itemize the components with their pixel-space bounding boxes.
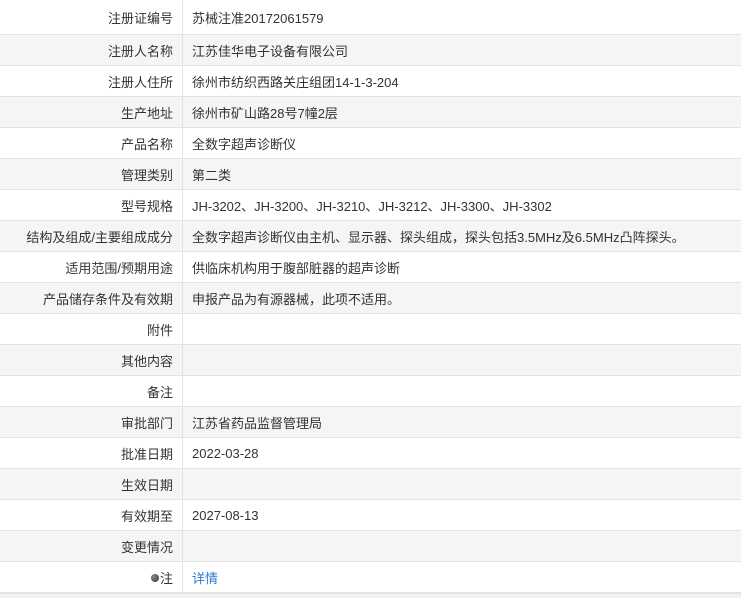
model-spec-value: JH-3202、JH-3200、JH-3210、JH-3212、JH-3300、… <box>182 189 741 221</box>
product-name-label: 产品名称 <box>0 127 183 159</box>
note-icon <box>150 574 159 583</box>
valid-until-value: 2027-08-13 <box>182 499 741 531</box>
row-note: 注 详情 <box>0 561 741 593</box>
details-link[interactable]: 详情 <box>192 571 218 586</box>
change-history-label: 变更情况 <box>0 530 183 562</box>
attachments-value <box>182 313 741 345</box>
intended-use-label: 适用范围/预期用途 <box>0 251 183 283</box>
change-history-value <box>182 530 741 562</box>
row-intended-use: 适用范围/预期用途 供临床机构用于腹部脏器的超声诊断 <box>0 251 741 283</box>
storage-validity-label: 产品储存条件及有效期 <box>0 282 183 314</box>
structure-composition-label: 结构及组成/主要组成成分 <box>0 220 183 252</box>
row-effective-date: 生效日期 <box>0 468 741 500</box>
row-production-address: 生产地址 徐州市矿山路28号7幢2层 <box>0 96 741 128</box>
registrant-name-value: 江苏佳华电子设备有限公司 <box>182 34 741 66</box>
row-structure-composition: 结构及组成/主要组成成分 全数字超声诊断仪由主机、显示器、探头组成，探头包括3.… <box>0 220 741 252</box>
valid-until-label: 有效期至 <box>0 499 183 531</box>
other-content-label: 其他内容 <box>0 344 183 376</box>
remarks-label: 备注 <box>0 375 183 407</box>
intended-use-value: 供临床机构用于腹部脏器的超声诊断 <box>182 251 741 283</box>
row-model-spec: 型号规格 JH-3202、JH-3200、JH-3210、JH-3212、JH-… <box>0 189 741 221</box>
production-address-label: 生产地址 <box>0 96 183 128</box>
row-management-class: 管理类别 第二类 <box>0 158 741 190</box>
registrant-name-label: 注册人名称 <box>0 34 183 66</box>
row-valid-until: 有效期至 2027-08-13 <box>0 499 741 531</box>
effective-date-label: 生效日期 <box>0 468 183 500</box>
registrant-address-label: 注册人住所 <box>0 65 183 97</box>
registration-number-value: 苏械注准20172061579 <box>182 0 741 35</box>
production-address-value: 徐州市矿山路28号7幢2层 <box>182 96 741 128</box>
registrant-address-value: 徐州市纺织西路关庄组团14-1-3-204 <box>182 65 741 97</box>
row-remarks: 备注 <box>0 375 741 407</box>
row-change-history: 变更情况 <box>0 530 741 562</box>
approval-date-value: 2022-03-28 <box>182 437 741 469</box>
row-attachments: 附件 <box>0 313 741 345</box>
structure-composition-value: 全数字超声诊断仪由主机、显示器、探头组成，探头包括3.5MHz及6.5MHz凸阵… <box>182 220 741 252</box>
row-registrant-name: 注册人名称 江苏佳华电子设备有限公司 <box>0 34 741 66</box>
storage-validity-value: 申报产品为有源器械，此项不适用。 <box>182 282 741 314</box>
other-content-value <box>182 344 741 376</box>
row-storage-validity: 产品储存条件及有效期 申报产品为有源器械，此项不适用。 <box>0 282 741 314</box>
note-value-cell: 详情 <box>182 561 741 593</box>
remarks-value <box>182 375 741 407</box>
row-registrant-address: 注册人住所 徐州市纺织西路关庄组团14-1-3-204 <box>0 65 741 97</box>
note-label: 注 <box>159 570 173 586</box>
bottom-divider <box>0 593 741 598</box>
row-approval-department: 审批部门 江苏省药品监督管理局 <box>0 406 741 438</box>
row-product-name: 产品名称 全数字超声诊断仪 <box>0 127 741 159</box>
management-class-label: 管理类别 <box>0 158 183 190</box>
approval-department-value: 江苏省药品监督管理局 <box>182 406 741 438</box>
model-spec-label: 型号规格 <box>0 189 183 221</box>
product-name-value: 全数字超声诊断仪 <box>182 127 741 159</box>
registration-number-label: 注册证编号 <box>0 0 183 35</box>
approval-date-label: 批准日期 <box>0 437 183 469</box>
management-class-value: 第二类 <box>182 158 741 190</box>
effective-date-value <box>182 468 741 500</box>
attachments-label: 附件 <box>0 313 183 345</box>
row-approval-date: 批准日期 2022-03-28 <box>0 437 741 469</box>
row-other-content: 其他内容 <box>0 344 741 376</box>
row-registration-number: 注册证编号 苏械注准20172061579 <box>0 0 741 35</box>
note-label-cell: 注 <box>0 561 183 593</box>
approval-department-label: 审批部门 <box>0 406 183 438</box>
registration-detail-table: 注册证编号 苏械注准20172061579 注册人名称 江苏佳华电子设备有限公司… <box>0 0 741 593</box>
